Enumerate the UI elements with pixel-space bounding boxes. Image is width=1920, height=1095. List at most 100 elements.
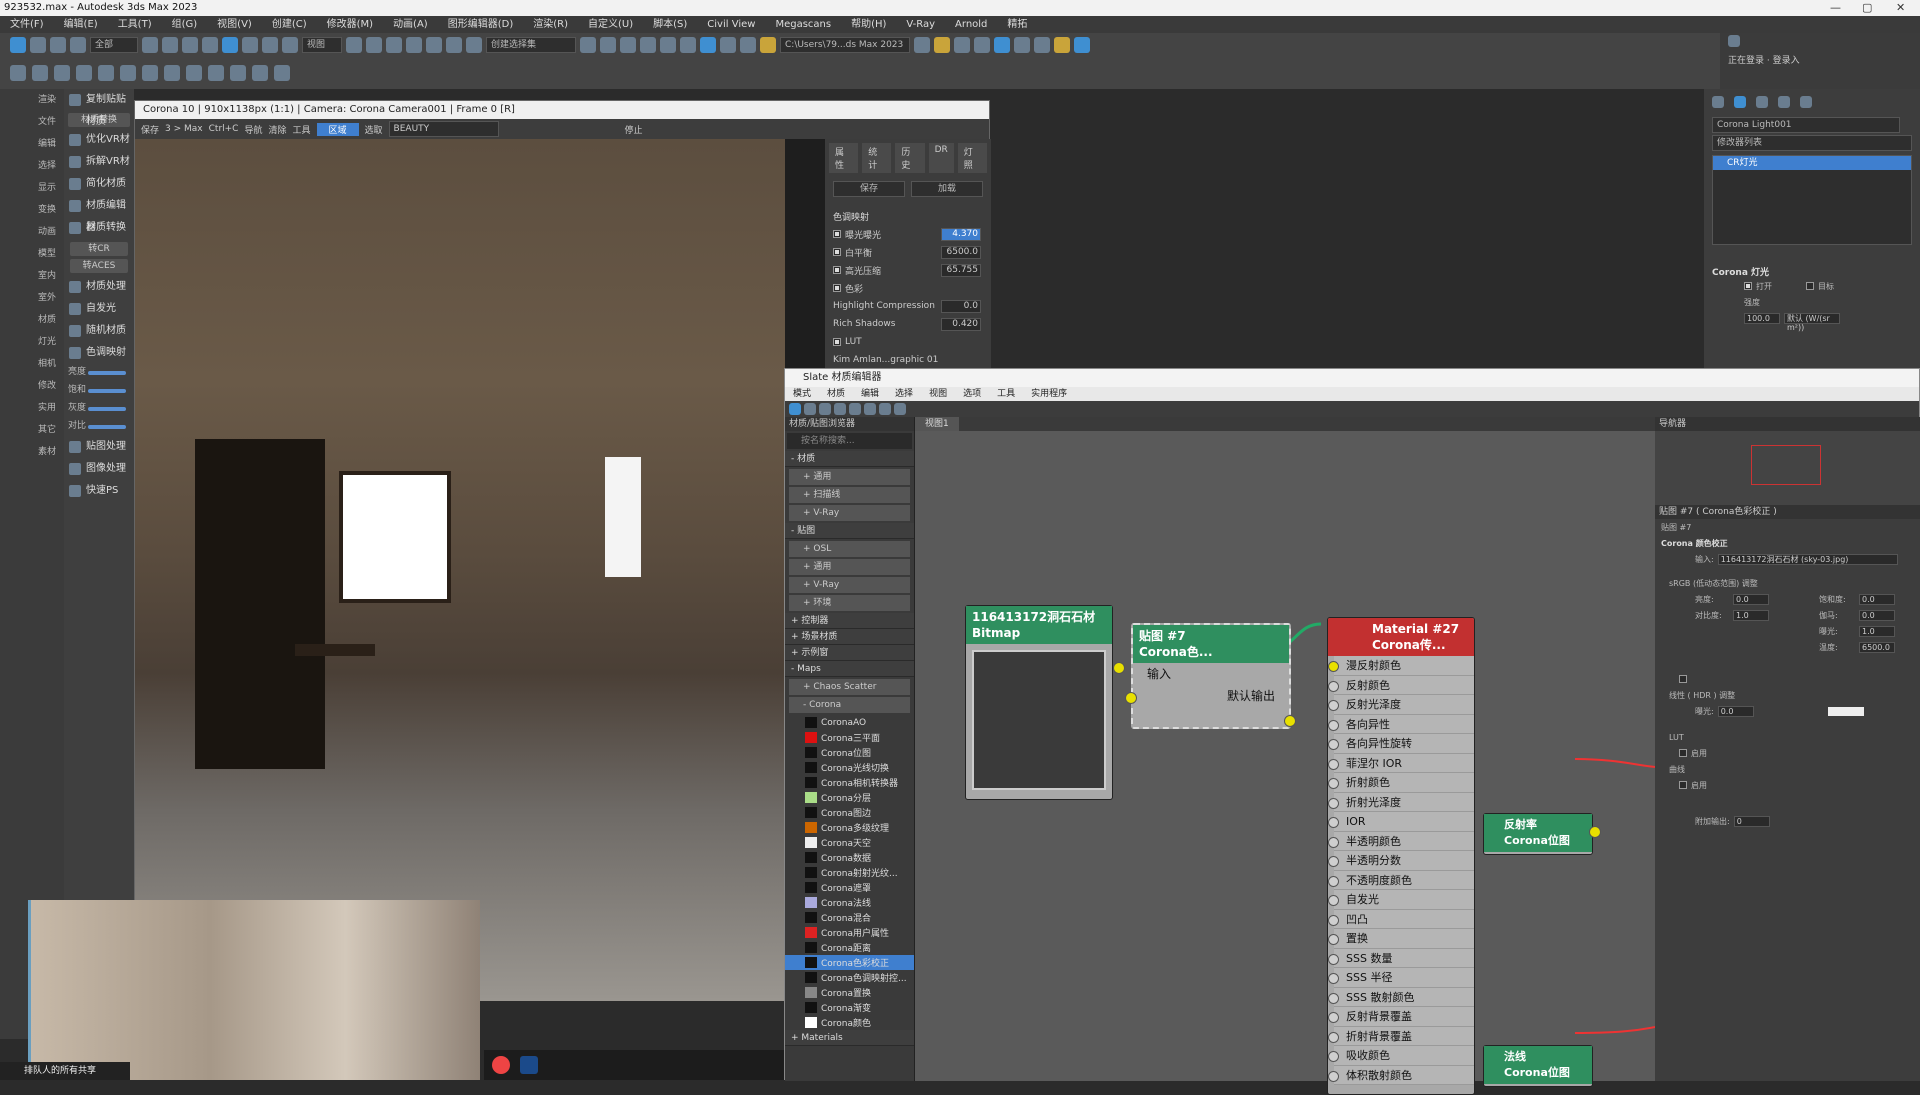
bitmap-output-port[interactable] xyxy=(1113,662,1125,674)
browser-section[interactable]: - 贴图 xyxy=(785,523,914,539)
category-tab[interactable]: 素材 xyxy=(0,441,64,463)
browser-subsection[interactable]: + 扫描线 xyxy=(789,487,910,503)
material-input-port[interactable]: 自发光 xyxy=(1328,890,1474,910)
share-label[interactable]: 排队人的所有共享 xyxy=(0,1062,130,1080)
utilities-tab-icon[interactable] xyxy=(1800,96,1812,108)
vfb-tab[interactable]: 统计 xyxy=(862,143,892,173)
plugin-tool-item[interactable]: 图像处理 xyxy=(64,458,134,480)
browser-section[interactable]: + 场景材质 xyxy=(785,629,914,645)
mirror-icon[interactable] xyxy=(580,37,596,53)
workspace-icon[interactable] xyxy=(1728,35,1740,47)
browser-section[interactable]: + 控制器 xyxy=(785,613,914,629)
slate-pick-icon[interactable] xyxy=(804,403,816,415)
corona-map-item[interactable]: Corona渐变 xyxy=(785,1000,914,1015)
reference-coord-dropdown[interactable]: 视图 xyxy=(302,37,342,53)
vfb-load-button[interactable]: 加载 xyxy=(911,181,983,197)
corona-interactive-icon[interactable] xyxy=(954,37,970,53)
layer-explorer-icon[interactable] xyxy=(620,37,636,53)
menu-item[interactable]: 帮助(H) xyxy=(841,16,896,33)
material-input-port[interactable]: SSS 散射颜色 xyxy=(1328,987,1474,1007)
category-tab[interactable]: 修改 xyxy=(0,375,64,397)
corona-map-item[interactable]: Corona射射光纹... xyxy=(785,865,914,880)
create-tab-icon[interactable] xyxy=(1712,96,1724,108)
material-input-port[interactable]: 吸收颜色 xyxy=(1328,1046,1474,1066)
menu-item[interactable]: 视图(V) xyxy=(207,16,262,33)
plugin-tool-item[interactable]: 色调映射 xyxy=(64,342,134,364)
category-tab[interactable]: 灯光 xyxy=(0,331,64,353)
material-input-port[interactable]: 反射光泽度 xyxy=(1328,695,1474,715)
tonemap-value-field[interactable]: 0.420 xyxy=(941,317,981,331)
invert-checkbox[interactable] xyxy=(1679,675,1687,683)
category-tab[interactable]: 相机 xyxy=(0,353,64,375)
menu-item[interactable]: 组(G) xyxy=(162,16,208,33)
map7-output-port[interactable] xyxy=(1284,715,1296,727)
plugin-tool-item[interactable]: 优化VR材 xyxy=(64,129,134,151)
corona-map-item[interactable]: Corona色调映射控... xyxy=(785,970,914,985)
corona-map-item[interactable]: Corona数据 xyxy=(785,850,914,865)
slate-show-map-icon[interactable] xyxy=(879,403,891,415)
vfb-tab[interactable]: 属性 xyxy=(829,143,859,173)
cc-param-field[interactable]: 0.0 xyxy=(1859,593,1895,605)
color-correct-node[interactable]: 贴图 #7 Corona色... 输入 默认输出 xyxy=(1131,623,1291,729)
maps-subsection[interactable]: - Corona xyxy=(789,697,910,713)
scale-icon[interactable] xyxy=(262,37,278,53)
project-folder-icon[interactable] xyxy=(914,37,930,53)
corona-light-rollout[interactable]: Corona 灯光 xyxy=(1704,265,1920,278)
material-input-port[interactable]: 凹凸 xyxy=(1328,909,1474,929)
move-icon[interactable] xyxy=(222,37,238,53)
pivot-icon[interactable] xyxy=(346,37,362,53)
material-editor-icon[interactable] xyxy=(700,37,716,53)
vfb-tool-button[interactable]: 工具 xyxy=(293,123,311,136)
rotate-icon[interactable] xyxy=(242,37,258,53)
toggle-ribbon-icon[interactable] xyxy=(640,37,656,53)
menu-item[interactable]: 脚本(S) xyxy=(643,16,697,33)
material-input-port[interactable]: 折射颜色 xyxy=(1328,773,1474,793)
light-mix-icon[interactable] xyxy=(230,65,246,81)
material-input-port[interactable]: 菲涅尔 IOR xyxy=(1328,753,1474,773)
angle-snap-icon[interactable] xyxy=(406,37,422,53)
menu-item[interactable]: Arnold xyxy=(945,16,997,33)
menu-item[interactable]: 渲染(R) xyxy=(523,16,578,33)
schematic-view-icon[interactable] xyxy=(680,37,696,53)
lut-enable-checkbox[interactable] xyxy=(1679,749,1687,757)
browser-section[interactable]: + 示例窗 xyxy=(785,645,914,661)
select-by-name-icon[interactable] xyxy=(162,37,178,53)
menu-item[interactable]: 动画(A) xyxy=(383,16,438,33)
to-aces-button[interactable]: 转ACES xyxy=(70,259,128,273)
slate-background-icon[interactable] xyxy=(894,403,906,415)
vfb-tool-button[interactable]: Ctrl+C xyxy=(209,124,239,134)
browser-subsection[interactable]: + 环境 xyxy=(789,595,910,611)
map-name[interactable]: 贴图 #7 xyxy=(1655,519,1920,535)
plugin-tool-item[interactable]: 快速PS xyxy=(64,480,134,502)
category-tab[interactable]: 实用 xyxy=(0,397,64,419)
plugin-tool-item[interactable]: 自发光 xyxy=(64,298,134,320)
material-input-port[interactable]: 半透明颜色 xyxy=(1328,831,1474,851)
corona-map-item[interactable]: CoronaAO xyxy=(785,715,914,730)
material-input-port[interactable]: IOR xyxy=(1328,812,1474,832)
corona-vfb-icon[interactable] xyxy=(974,37,990,53)
corona-render-icon[interactable] xyxy=(934,37,950,53)
material-input-port[interactable]: SSS 半径 xyxy=(1328,968,1474,988)
color-correct-rollout[interactable]: Corona 颜色校正 xyxy=(1655,535,1920,551)
material-input-port[interactable]: 折射光泽度 xyxy=(1328,792,1474,812)
slate-menu-item[interactable]: 选项 xyxy=(955,387,989,401)
close-icon[interactable]: ✕ xyxy=(1896,0,1905,16)
adjust-slider[interactable]: 灰度 xyxy=(64,400,134,418)
corona-map-item[interactable]: Corona三平面 xyxy=(785,730,914,745)
create-shape-icon[interactable] xyxy=(32,65,48,81)
category-tab[interactable]: 变换 xyxy=(0,199,64,221)
create-camera-icon[interactable] xyxy=(76,65,92,81)
copy-paste-material-item[interactable]: 复制贴贴材质 xyxy=(64,89,134,127)
plugin-tool-item[interactable]: 贴图处理 xyxy=(64,436,134,458)
corona-map-item[interactable]: Corona颜色 xyxy=(785,1015,914,1030)
normal-node[interactable]: 法线 Corona位图 xyxy=(1483,1045,1593,1087)
adjust-slider[interactable]: 饱和 xyxy=(64,382,134,400)
light-on-checkbox[interactable] xyxy=(1744,282,1752,290)
slate-menu-item[interactable]: 模式 xyxy=(785,387,819,401)
slate-assign-icon[interactable] xyxy=(819,403,831,415)
adjust-slider[interactable]: 亮度 xyxy=(64,364,134,382)
light-target-checkbox[interactable] xyxy=(1806,282,1814,290)
vfb-tab[interactable]: DR xyxy=(928,143,954,173)
reflectivity-output-port[interactable] xyxy=(1589,826,1601,838)
hdr-exposure-field[interactable]: 0.0 xyxy=(1717,705,1754,717)
